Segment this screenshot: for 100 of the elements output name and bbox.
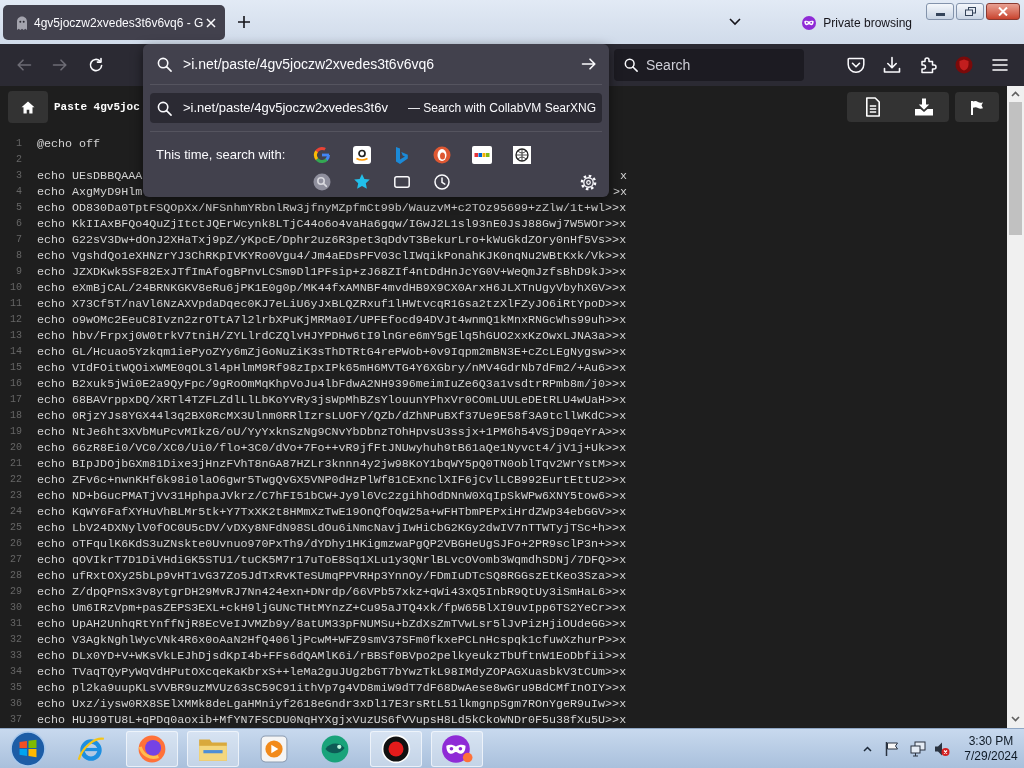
code-fragment: >x — [612, 185, 627, 199]
chevron-up-icon[interactable] — [863, 745, 872, 752]
close-icon[interactable] — [206, 17, 216, 28]
code-line: echo 68BAVrppxDQ/XRTl4TZFLZdlLlLbKoYvRy3jsWpMhBZsYlouunYPhxVr0COmLUULeDEtRLU4wUaH>>x — [37, 393, 627, 407]
code-line: echo KqWY6FafXYHuVhBLMr5tk+Y7TxXK2t8HMmXzTwE19OnQfOqW25a+wFHTbmPEPxiHrdZWp34ebGGV>>x — [37, 505, 627, 519]
minimize-button[interactable] — [926, 3, 954, 20]
chevron-up-icon[interactable] — [1011, 91, 1020, 97]
speaker-muted-icon[interactable] — [934, 740, 950, 757]
tabs-icon[interactable] — [394, 176, 410, 188]
ghost-icon — [14, 14, 30, 31]
line-number: 17 — [10, 394, 22, 406]
wikipedia-icon[interactable] — [513, 146, 531, 164]
code-line: echo Z/dpQPnSx3v8ytgrDH29MvRJ7Nn424exn+DNrdp/66VPb57xkz+qWi43xQ5InbR9QtUy3iSmHaL6>>x — [37, 585, 627, 599]
star-icon[interactable] — [353, 173, 371, 191]
line-number: 24 — [10, 506, 22, 518]
suggestion-text: >i.net/paste/4gv5joczw2xvedes3t6v — [183, 99, 388, 118]
close-icon — [998, 7, 1008, 16]
code-line: echo JZXDKwk5SF82ExJTfImAfogBPnvLCSm9Dl1PFsip+zJ68ZIf4ntDdHnJcYG0V+WeQmJzfsBhD9kJ>>x — [37, 265, 627, 279]
chevron-down-icon[interactable] — [729, 18, 742, 26]
home-button[interactable] — [8, 91, 48, 123]
ebay-icon[interactable] — [472, 146, 492, 164]
code-line: echo ZFv6c+nwnKHf6k98i0laO6gwr5TwgQvGX5VNP0dHzPlWf81CExnclXIF6jCvlLCB992EurtEttU2>>x — [37, 473, 627, 487]
line-number: 23 — [10, 490, 22, 502]
download-icon[interactable] — [883, 56, 901, 74]
search-icon — [624, 58, 638, 72]
line-number: 37 — [10, 714, 22, 726]
browser-tab[interactable]: 4gv5joczw2xvedes3t6v6vq6 - G — [3, 5, 225, 40]
shield-icon[interactable] — [955, 56, 973, 74]
firefox-icon[interactable] — [136, 733, 167, 764]
code-line: echo pl2ka9uupKLsVVBR9uzMVUz63sC59C91ithVp7g4VD8miW9dT7dF68DwAese8wGru9BdCMfInOIY>>x — [37, 681, 627, 695]
network-icon[interactable] — [910, 740, 926, 757]
line-number: 8 — [16, 250, 22, 262]
restore-button[interactable] — [956, 3, 984, 20]
mask-icon[interactable] — [440, 733, 473, 764]
settings-icon[interactable] — [580, 173, 597, 191]
taskbar-button[interactable] — [430, 730, 483, 767]
report-button[interactable] — [955, 92, 999, 122]
duckduckgo-icon[interactable] — [433, 146, 451, 164]
line-number: 16 — [10, 378, 22, 390]
code-line: echo o9wOMc2EeuC8Ivzn2zrOTtA7l2lrbXPuKjMRMa0I/UPFEfocd94DVJt4wnmQ1kMnxRNGcWhs99uh>>x — [37, 313, 627, 327]
line-number: 3 — [16, 170, 22, 182]
line-number: 5 — [16, 202, 22, 214]
code-line: echo VgshdQo1eXHNzrYJ3ChRKpIVKYRo0Vgu4/Jm4aEDsPFV03clIWqikPonahKJK0nqNu2WBtKxk/Vk>>x — [37, 249, 627, 263]
paste-title: Paste 4gv5joc — [54, 100, 140, 115]
address-field[interactable]: >i.net/paste/4gv5joczw2xvedes3t6v6vq6 — [183, 53, 573, 75]
line-number: 14 — [10, 346, 22, 358]
taskbar-button[interactable] — [369, 730, 422, 767]
line-number: 11 — [10, 298, 22, 310]
code-line: echo GL/Hcuao5Yzkqm1iePyoZYy6mZjGoNuZiK3sThDTRtG4rePWob+0v9Iqpm2mBN3E+cZcLEgNygsw>>x — [37, 345, 627, 359]
plus-icon[interactable] — [238, 16, 250, 28]
line-number: 1 — [16, 138, 22, 150]
raw-button[interactable] — [847, 92, 898, 122]
code-line: echo B2xuk5jWi0E2a9QyFpc/9gRoOmMqKhpVoJu4lbFdwA2NH9396meimIuZe6Q3a1vsdtrRPmb8m/j0>>x — [37, 377, 627, 391]
magnifier-icon[interactable] — [313, 173, 331, 191]
flag-icon — [970, 99, 984, 115]
flag-icon[interactable] — [884, 740, 900, 757]
sphere-icon[interactable] — [319, 733, 350, 764]
line-number: 35 — [10, 682, 22, 694]
line-number: 25 — [10, 522, 22, 534]
bing-icon[interactable] — [395, 145, 409, 165]
amazon-icon[interactable] — [353, 146, 371, 164]
code-line: echo TVaqTQyPyWqVdHPutOXcqeKaKbrxS++leMa2guJUg2bGT7bYwzTkL98IMdyZOPAGXuasbkV3tCUm>>x — [37, 665, 627, 679]
puzzle-icon[interactable] — [919, 56, 937, 74]
suggestion-row[interactable]: >i.net/paste/4gv5joczw2xvedes3t6v — Search with CollabVM SearXNG — [150, 93, 602, 123]
code-line: @echo off — [37, 137, 101, 151]
reload-icon[interactable] — [88, 57, 104, 73]
home-icon — [21, 100, 35, 114]
line-number: 32 — [10, 634, 22, 646]
code-line: echo Um6IRzVpm+pasZEPS3EXL+ckH9ljGUNcTHtMYnzZ+Cu95aJTQ4xk/fpW65BlXI9uvIpp6TS2YeCr>>x — [37, 601, 627, 615]
download-button[interactable] — [898, 92, 949, 122]
code-line: echo HUJ99TU8L+qPDq0aoxib+MfYN7FSCDU0NqHYXgjxVuzUS6fVVupsH8Ld5kCkoWNDr0F5u38fXu5U>>x — [37, 713, 627, 727]
code-line: echo 0RjzYJs8YGX44l3q2BX0RcMX3Ulnm0RRlIzrsLUOFY/QZb/dZhNPuBXf37Ue9E58f3A9tcllWKdC>>x — [37, 409, 627, 423]
line-number: 20 — [10, 442, 22, 454]
code-line: echo NtJe6ht3XVbMuPcvMIkzG/oU/YyYxknSzNg9CNvYbDbnzTOhHpvsU3ssjx+1PM6h54VSjD9qeYrA>>x — [37, 425, 627, 439]
pocket-icon[interactable] — [847, 56, 865, 74]
scrollbar[interactable] — [1007, 86, 1024, 728]
code-line: echo qOVIkrT7D1DiVHdiGK5STU1/tuCK5M7r17uToE8Sq1XLu1y3QNrlBLvcOVomb3WqmdhSDNj/7DFQ>>x — [37, 553, 627, 567]
code-line: echo AxgMyD9Hlm — [37, 185, 143, 199]
line-number: 6 — [16, 218, 22, 230]
scrollbar-thumb[interactable] — [1009, 102, 1022, 235]
record-icon[interactable] — [380, 733, 411, 764]
code-line: echo LbV24DXNylV0fOC0U5cDV/vDXy8NFdN98SLdOu6iNmcNavjIwHiCbG2KGy2dwIV7nTTWTyjTSc+h>>x — [37, 521, 627, 535]
line-number: 34 — [10, 666, 22, 678]
close-window-button[interactable] — [986, 3, 1020, 20]
line-number: 22 — [10, 474, 22, 486]
code-line: echo OD830Da0TptFSQOpXx/NFSnhmYRbnlRw3jfnyMZpfmCt99b/WauzvM+c2TOz95699+zZlw/1t+wl>>x — [37, 201, 627, 215]
line-number: 2 — [16, 154, 22, 166]
google-icon[interactable] — [313, 146, 331, 164]
code-line: echo hbv/Frpxj0W0trkV7tniH/ZYLlrdCZQlvHJYPDHw6tI9lnGre6mY5gElq5hGUO2xxKzOwxLJNA3a>>x — [37, 329, 627, 343]
arrow-right-icon[interactable] — [581, 56, 597, 72]
code-line: echo oTFqulK6KdS3uZNskte0Uvnuo970PxTh9/dYDhy1HKigmzwaPgQP2VBGHeUgSJFo+2PR9sclP3n+>>x — [37, 537, 627, 551]
start-orb-icon[interactable] — [10, 730, 46, 767]
line-number: 7 — [16, 234, 22, 246]
search-field[interactable]: Search — [614, 49, 804, 81]
clock-date: 7/29/2024 — [964, 748, 1018, 764]
line-number: 21 — [10, 458, 22, 470]
code-line: echo X73Cf5T/naVl6NzAXVpdaDqec0KJ7eLiU6yJxBLQZRxuf1lHWtvcqR1Gsa2tzXlFZyJO6iRtYpoD>>x — [37, 297, 627, 311]
clock-icon[interactable] — [434, 174, 450, 190]
menu-icon[interactable] — [991, 56, 1009, 74]
code-line: echo 66zR8Ei0/VC0/XC0/Ui0/flo+3C0/dVo+7Fo++vR9jfFtJNUwyhuh9tB61aQe1Nyvct4/jV1j+Uk>>x — [37, 441, 627, 455]
